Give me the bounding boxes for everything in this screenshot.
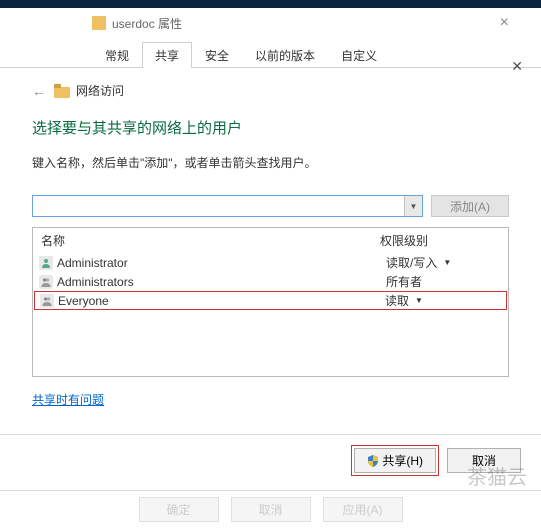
tab-customize[interactable]: 自定义 xyxy=(328,42,390,68)
user-name: Administrators xyxy=(57,275,134,289)
add-button[interactable]: 添加(A) xyxy=(431,195,509,217)
tab-general[interactable]: 常规 xyxy=(92,42,142,68)
dialog-close-icon[interactable]: ✕ xyxy=(511,58,523,75)
share-button[interactable]: 共享(H) xyxy=(354,448,436,473)
properties-title-text: userdoc 属性 xyxy=(112,15,182,32)
shield-icon xyxy=(367,455,379,467)
back-arrow-icon[interactable]: ← xyxy=(32,83,46,99)
list-item[interactable]: Administrator 读取/写入 ▼ xyxy=(33,253,508,272)
tab-previous-versions[interactable]: 以前的版本 xyxy=(242,42,328,68)
permission-dropdown[interactable]: 读取/写入 ▼ xyxy=(386,254,502,271)
chevron-down-icon: ▼ xyxy=(415,296,423,305)
list-item[interactable]: Everyone 读取 ▼ xyxy=(34,291,507,310)
help-link[interactable]: 共享时有问题 xyxy=(32,391,104,408)
folder-icon xyxy=(54,84,70,98)
user-input[interactable] xyxy=(33,196,404,216)
user-name: Everyone xyxy=(58,294,109,308)
chevron-down-icon[interactable]: ▼ xyxy=(404,196,422,216)
permission-label: 所有者 xyxy=(386,273,502,290)
user-permission-list: 名称 权限级别 Administrator 读取/写入 ▼ Administra… xyxy=(32,227,509,377)
cancel-button-disabled: 取消 xyxy=(231,497,311,522)
user-name: Administrator xyxy=(57,256,128,270)
folder-icon xyxy=(92,16,106,30)
apply-button-disabled: 应用(A) xyxy=(323,497,403,522)
properties-tabs: 常规 共享 安全 以前的版本 自定义 xyxy=(0,32,541,68)
page-heading: 选择要与其共享的网络上的用户 xyxy=(32,117,509,138)
chevron-down-icon: ▼ xyxy=(443,258,451,267)
group-icon xyxy=(40,294,54,308)
tab-security[interactable]: 安全 xyxy=(192,42,242,68)
group-icon xyxy=(39,275,53,289)
user-combobox[interactable]: ▼ xyxy=(32,195,423,217)
permission-dropdown[interactable]: 读取 ▼ xyxy=(385,292,501,309)
column-header-permission[interactable]: 权限级别 xyxy=(380,232,500,249)
list-item[interactable]: Administrators 所有者 xyxy=(33,272,508,291)
tab-sharing[interactable]: 共享 xyxy=(142,42,192,68)
breadcrumb: ← 网络访问 xyxy=(32,82,509,99)
ok-button-disabled: 确定 xyxy=(139,497,219,522)
cancel-button[interactable]: 取消 xyxy=(447,448,521,473)
properties-titlebar: userdoc 属性 × xyxy=(0,8,541,32)
column-header-name[interactable]: 名称 xyxy=(41,232,380,249)
close-icon[interactable]: × xyxy=(488,14,521,32)
breadcrumb-label: 网络访问 xyxy=(76,82,124,99)
instruction-text: 键入名称，然后单击"添加"，或者单击箭头查找用户。 xyxy=(32,154,509,171)
user-icon xyxy=(39,256,53,270)
